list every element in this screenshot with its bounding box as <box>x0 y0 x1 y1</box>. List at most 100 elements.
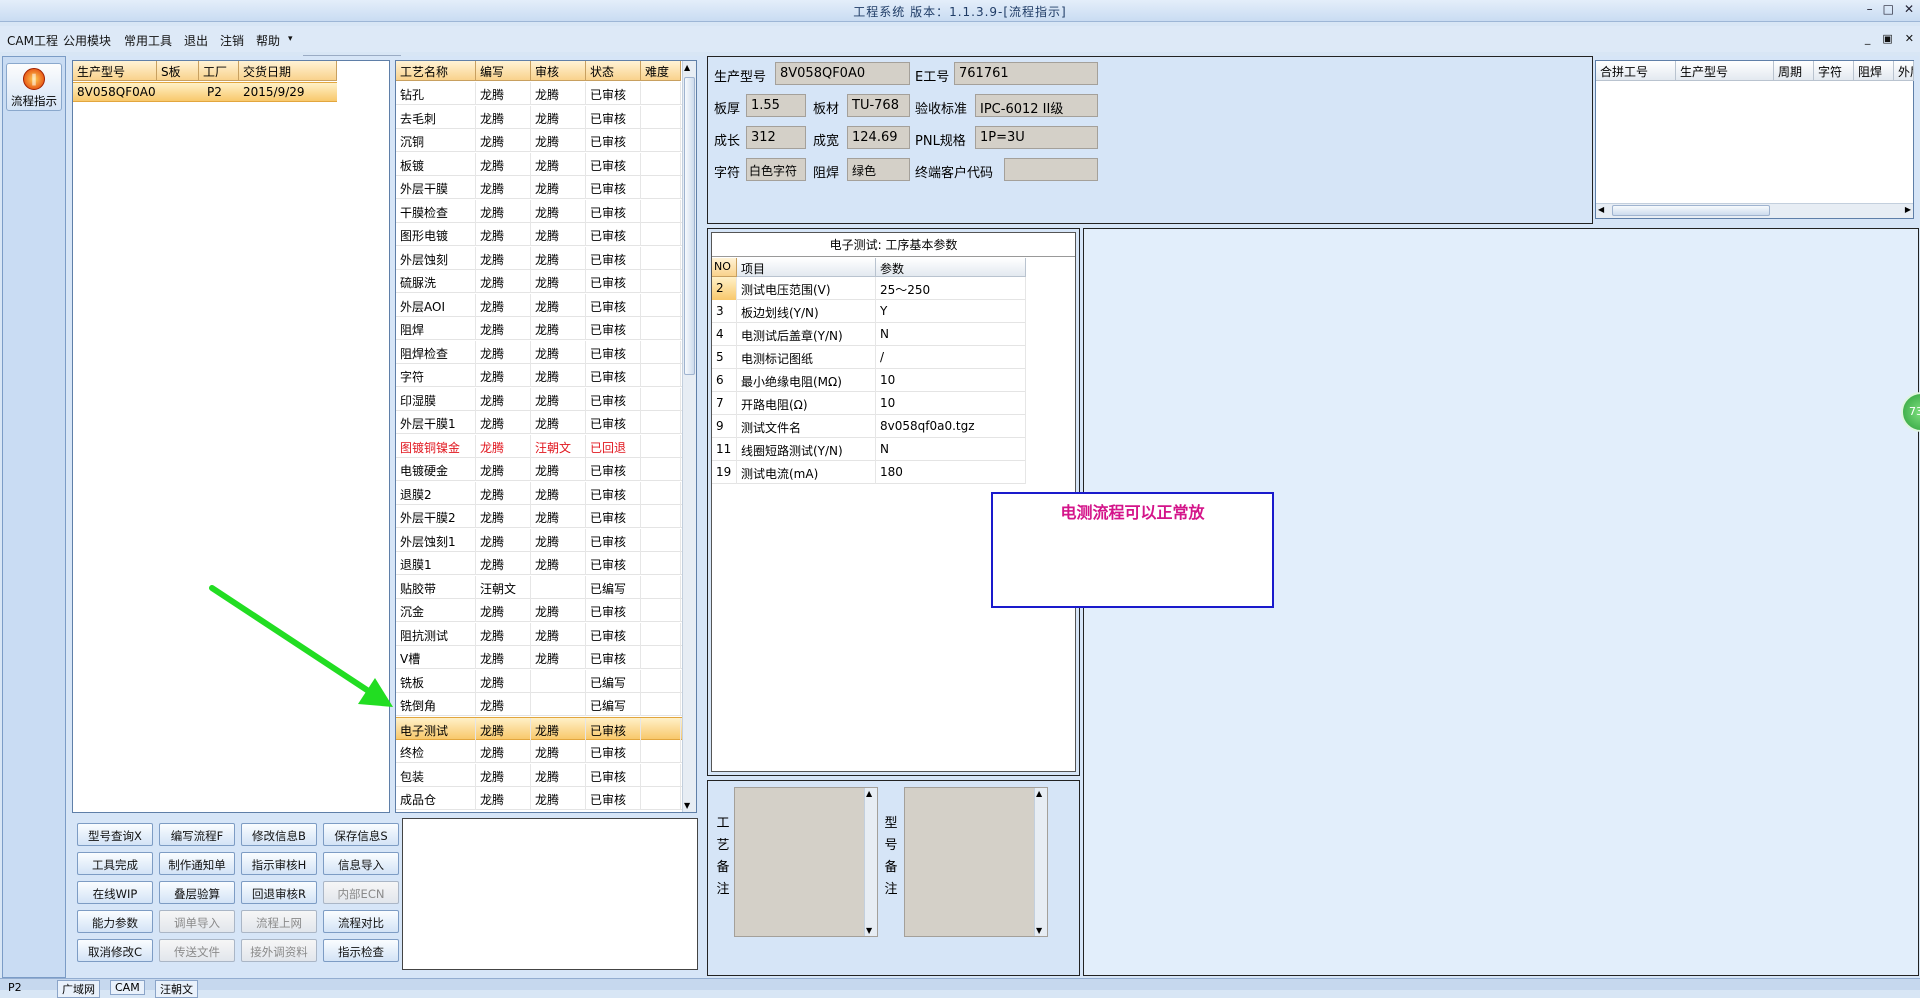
col-header-param[interactable]: 参数 <box>876 258 1026 277</box>
action-button-4-0[interactable]: 取消修改C <box>77 939 153 962</box>
col-header-merge-outer[interactable]: 外层 <box>1894 61 1914 81</box>
col-header-s-board[interactable]: S板 <box>157 61 199 81</box>
table-row[interactable]: 贴胶带 汪朝文 已编写 <box>396 575 682 599</box>
scroll-thumb[interactable] <box>684 77 695 375</box>
action-button-0-0[interactable]: 型号查询X <box>77 823 153 846</box>
width-field[interactable]: 124.69 <box>847 126 910 149</box>
col-header-merge-char[interactable]: 字符 <box>1814 61 1854 81</box>
scroll-down-icon[interactable]: ▼ <box>1036 926 1042 935</box>
table-row[interactable]: 8V058QF0A0 P2 2015/9/29 <box>73 82 337 102</box>
menu-tools[interactable]: 常用工具 <box>124 32 172 49</box>
param-row[interactable]: 19 测试电流(mA) 180 <box>712 461 1026 484</box>
table-row[interactable]: 阻焊 龙腾 龙腾 已审核 <box>396 317 682 340</box>
table-row[interactable]: 字符 龙腾 龙腾 已审核 <box>396 364 682 387</box>
table-row[interactable]: 干膜检查 龙腾 龙腾 已审核 <box>396 199 682 223</box>
param-row[interactable]: 2 测试电压范围(V) 25～250 <box>712 277 1026 300</box>
close-button[interactable]: ✕ <box>1904 2 1914 16</box>
action-button-4-2[interactable]: 接外调资料 <box>241 939 317 962</box>
table-row[interactable]: 退膜2 龙腾 龙腾 已审核 <box>396 481 682 505</box>
action-button-4-1[interactable]: 传送文件 <box>159 939 235 962</box>
action-button-1-2[interactable]: 指示审核H <box>241 852 317 875</box>
col-header-difficulty[interactable]: 难度 <box>641 61 681 81</box>
table-row[interactable]: 铣倒角 龙腾 已编写 <box>396 693 682 716</box>
table-row[interactable]: 去毛刺 龙腾 龙腾 已审核 <box>396 105 682 129</box>
process-note-field[interactable]: ▲ ▼ <box>734 787 878 937</box>
col-header-no[interactable]: NO <box>712 258 737 277</box>
param-row[interactable]: 4 电测试后盖章(Y/N) N <box>712 323 1026 346</box>
menu-exit[interactable]: 退出 <box>184 32 208 49</box>
table-row[interactable]: 成品仓 龙腾 龙腾 已审核 <box>396 787 682 810</box>
scroll-down-icon[interactable]: ▼ <box>684 801 690 810</box>
menu-logout[interactable]: 注销 <box>220 32 244 49</box>
action-button-2-1[interactable]: 叠层验算 <box>159 881 235 904</box>
model-note-scrollbar[interactable]: ▲ ▼ <box>1034 788 1047 936</box>
pnl-field[interactable]: 1P=3U <box>975 126 1098 149</box>
char-field[interactable]: 白色字符 <box>746 158 806 181</box>
flow-indicator-button[interactable]: ∥ 流程指示 <box>6 63 62 111</box>
table-row[interactable]: 外层AOI 龙腾 龙腾 已审核 <box>396 293 682 317</box>
eno-field[interactable]: 761761 <box>954 62 1098 85</box>
action-button-0-1[interactable]: 编写流程F <box>159 823 235 846</box>
scroll-down-icon[interactable]: ▼ <box>866 926 872 935</box>
action-button-0-3[interactable]: 保存信息S <box>323 823 399 846</box>
col-header-merge-cycle[interactable]: 周期 <box>1774 61 1814 81</box>
table-row[interactable]: 图镀铜镍金 龙腾 汪朝文 已回退 <box>396 434 682 458</box>
minimize-button[interactable]: – <box>1867 2 1873 16</box>
col-header-process-name[interactable]: 工艺名称 <box>396 61 476 81</box>
process-scrollbar[interactable]: ▲ ▼ <box>682 61 696 812</box>
length-field[interactable]: 312 <box>746 126 806 149</box>
scroll-up-icon[interactable]: ▲ <box>684 63 690 72</box>
hscroll-thumb[interactable] <box>1612 205 1770 216</box>
memo-box[interactable] <box>402 818 698 970</box>
action-button-2-0[interactable]: 在线WIP <box>77 881 153 904</box>
table-row[interactable]: 板镀 龙腾 龙腾 已审核 <box>396 152 682 176</box>
param-row[interactable]: 6 最小绝缘电阻(MΩ) 10 <box>712 369 1026 392</box>
col-header-status[interactable]: 状态 <box>586 61 641 81</box>
action-button-3-0[interactable]: 能力参数 <box>77 910 153 933</box>
param-row[interactable]: 7 开路电阻(Ω) 10 <box>712 392 1026 415</box>
param-row[interactable]: 5 电测标记图纸 / <box>712 346 1026 369</box>
table-row[interactable]: 印湿膜 龙腾 龙腾 已审核 <box>396 387 682 411</box>
model-note-field[interactable]: ▲ ▼ <box>904 787 1048 937</box>
table-row[interactable]: 电子测试 龙腾 龙腾 已审核 <box>396 716 682 741</box>
table-row[interactable]: 阻抗测试 龙腾 龙腾 已审核 <box>396 622 682 646</box>
model-field[interactable]: 8V058QF0A0 <box>775 62 910 85</box>
material-field[interactable]: TU-768 <box>847 94 910 117</box>
table-row[interactable]: 外层干膜1 龙腾 龙腾 已审核 <box>396 411 682 434</box>
menu-common-module[interactable]: 公用模块 <box>63 32 111 49</box>
action-button-0-2[interactable]: 修改信息B <box>241 823 317 846</box>
table-row[interactable]: 沉铜 龙腾 龙腾 已审核 <box>396 129 682 152</box>
col-header-reviewer[interactable]: 审核 <box>531 61 586 81</box>
thickness-field[interactable]: 1.55 <box>746 94 806 117</box>
table-row[interactable]: 阻焊检查 龙腾 龙腾 已审核 <box>396 340 682 364</box>
param-row[interactable]: 11 线圈短路测试(Y/N) N <box>712 438 1026 461</box>
col-header-model[interactable]: 生产型号 <box>73 61 157 81</box>
table-row[interactable]: 外层蚀刻1 龙腾 龙腾 已审核 <box>396 528 682 552</box>
table-row[interactable]: 外层干膜 龙腾 龙腾 已审核 <box>396 176 682 199</box>
action-button-3-1[interactable]: 调单导入 <box>159 910 235 933</box>
table-row[interactable]: 图形电镀 龙腾 龙腾 已审核 <box>396 223 682 246</box>
action-button-1-1[interactable]: 制作通知单 <box>159 852 235 875</box>
action-button-3-2[interactable]: 流程上网 <box>241 910 317 933</box>
table-row[interactable]: 终检 龙腾 龙腾 已审核 <box>396 740 682 763</box>
col-header-author[interactable]: 编写 <box>476 61 531 81</box>
param-row[interactable]: 9 测试文件名 8v058qf0a0.tgz <box>712 415 1026 438</box>
table-row[interactable]: 钻孔 龙腾 龙腾 已审核 <box>396 82 682 105</box>
table-row[interactable]: 沉金 龙腾 龙腾 已审核 <box>396 599 682 622</box>
customer-field[interactable] <box>1004 158 1098 181</box>
mdi-restore-button[interactable]: ▣ <box>1882 32 1892 45</box>
menu-cam[interactable]: CAM工程 <box>7 32 58 49</box>
action-button-2-3[interactable]: 内部ECN <box>323 881 399 904</box>
process-note-scrollbar[interactable]: ▲ ▼ <box>864 788 877 936</box>
col-header-delivery-date[interactable]: 交货日期 <box>239 61 337 81</box>
table-row[interactable]: 退膜1 龙腾 龙腾 已审核 <box>396 552 682 575</box>
scroll-up-icon[interactable]: ▲ <box>1036 789 1042 798</box>
col-header-merge-mask[interactable]: 阻焊 <box>1854 61 1894 81</box>
param-row[interactable]: 3 板边划线(Y/N) Y <box>712 300 1026 323</box>
menu-help[interactable]: 帮助 <box>256 32 280 49</box>
mdi-close-button[interactable]: ✕ <box>1905 32 1914 45</box>
table-row[interactable]: 硫脲洗 龙腾 龙腾 已审核 <box>396 270 682 293</box>
table-row[interactable]: 包装 龙腾 龙腾 已审核 <box>396 763 682 787</box>
action-button-4-3[interactable]: 指示检查 <box>323 939 399 962</box>
action-button-1-0[interactable]: 工具完成 <box>77 852 153 875</box>
